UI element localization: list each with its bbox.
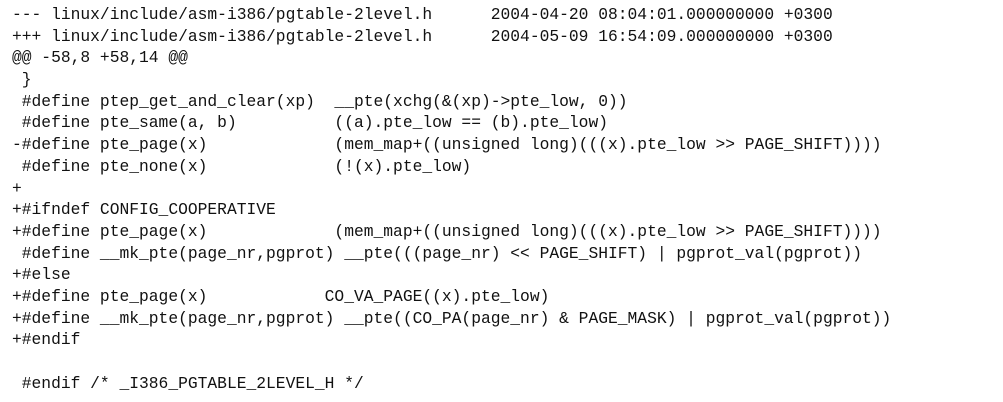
diff-line: #define pte_none(x) (!(x).pte_low) — [12, 156, 472, 176]
diff-header-old: --- linux/include/asm-i386/pgtable-2leve… — [12, 5, 833, 24]
diff-line-added: + — [12, 178, 22, 198]
diff-line-added: +#define __mk_pte(page_nr,pgprot) __pte(… — [12, 308, 892, 328]
diff-blank-line — [12, 351, 891, 373]
diff-line-added: +#define pte_page(x) CO_VA_PAGE((x).pte_… — [12, 286, 550, 306]
diff-line: #endif /* _I386_PGTABLE_2LEVEL_H */ — [12, 373, 364, 393]
diff-line: #define __mk_pte(page_nr,pgprot) __pte((… — [12, 243, 863, 263]
diff-line-added: +#else — [12, 265, 71, 285]
diff-listing: --- linux/include/asm-i386/pgtable-2leve… — [12, 4, 891, 394]
diff-line-added: +#ifndef CONFIG_COOPERATIVE — [12, 200, 276, 220]
diff-line: } — [12, 70, 32, 90]
diff-line-added: +#define pte_page(x) (mem_map+((unsigned… — [12, 221, 882, 241]
diff-line: #define ptep_get_and_clear(xp) __pte(xch… — [12, 91, 628, 111]
diff-header-new: +++ linux/include/asm-i386/pgtable-2leve… — [12, 26, 833, 46]
diff-line-added: +#endif — [12, 330, 81, 350]
diff-line-removed: -#define pte_page(x) (mem_map+((unsigned… — [12, 135, 882, 155]
diff-hunk-header: @@ -58,8 +58,14 @@ — [12, 48, 188, 68]
diff-line: #define pte_same(a, b) ((a).pte_low == (… — [12, 113, 608, 133]
